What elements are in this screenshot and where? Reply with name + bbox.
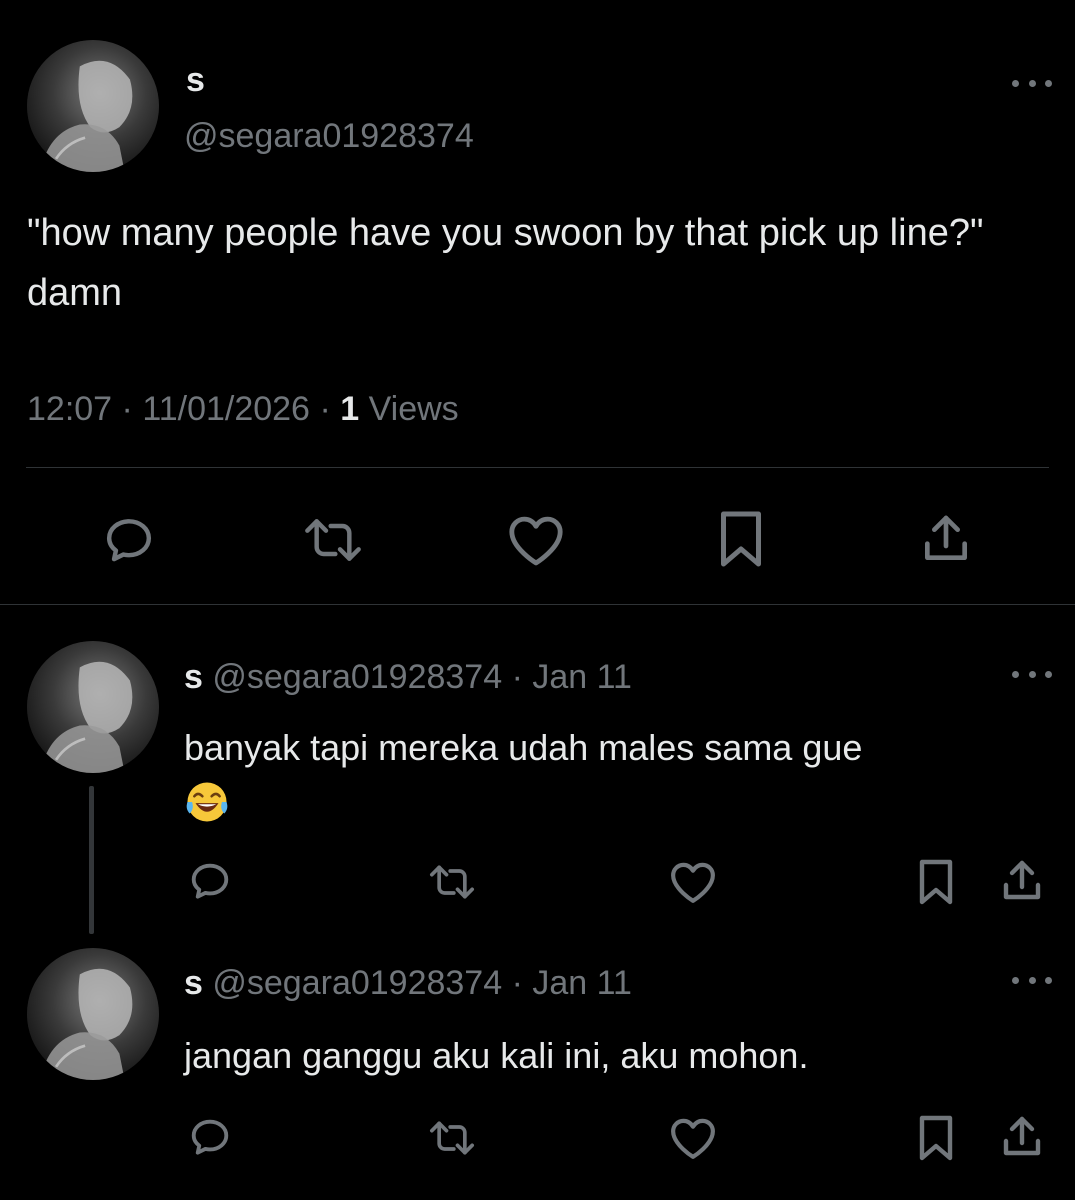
avatar[interactable] — [27, 641, 159, 773]
display-name[interactable]: s — [186, 58, 205, 102]
bookmark-icon[interactable] — [916, 1112, 956, 1164]
user-handle[interactable]: @segara01928374 — [212, 658, 502, 696]
reply-date[interactable]: Jan 11 — [532, 964, 632, 1002]
reply-header: s @segara01928374 · Jan 11 — [184, 655, 632, 699]
thread-line — [89, 786, 94, 934]
more-options-icon[interactable] — [1012, 973, 1052, 987]
share-icon[interactable] — [918, 510, 974, 568]
more-options-icon[interactable] — [1012, 76, 1052, 90]
display-name[interactable]: s — [184, 658, 203, 696]
divider — [0, 604, 1075, 605]
divider — [26, 467, 1049, 468]
profile-photo-icon — [27, 948, 159, 1080]
meta-separator: · — [121, 390, 133, 428]
tweet-text: "how many people have you swoon by that … — [27, 212, 984, 314]
avatar[interactable] — [27, 948, 159, 1080]
display-name[interactable]: s — [184, 964, 203, 1002]
share-icon[interactable] — [998, 1112, 1046, 1162]
avatar[interactable] — [27, 40, 159, 172]
like-icon[interactable] — [505, 512, 567, 568]
views-count: 1 — [340, 390, 360, 428]
user-handle[interactable]: @segara01928374 — [212, 964, 502, 1002]
bookmark-icon[interactable] — [716, 508, 766, 570]
reply-icon[interactable] — [186, 1114, 234, 1160]
like-icon[interactable] — [667, 1115, 719, 1161]
reply-icon[interactable] — [186, 858, 234, 904]
tweet-meta: 12:07 · 11/01/2026 · 1 Views — [27, 386, 459, 432]
meta-separator: · — [511, 658, 523, 696]
tweet-date[interactable]: 11/01/2026 — [142, 390, 310, 428]
profile-photo-icon — [27, 40, 159, 172]
reply-text: banyak tapi mereka udah males sama gue — [184, 722, 1054, 826]
retweet-icon[interactable] — [424, 860, 480, 904]
reply-text: jangan ganggu aku kali ini, aku mohon. — [184, 1035, 809, 1076]
reply-icon[interactable] — [100, 512, 158, 568]
like-icon[interactable] — [667, 859, 719, 905]
views-label: Views — [368, 390, 459, 428]
share-icon[interactable] — [998, 856, 1046, 906]
bookmark-icon[interactable] — [916, 856, 956, 908]
user-handle[interactable]: @segara01928374 — [184, 114, 474, 158]
retweet-icon[interactable] — [424, 1116, 480, 1160]
reply-date[interactable]: Jan 11 — [532, 658, 632, 696]
meta-separator: · — [511, 964, 523, 1002]
laughing-emoji-icon — [184, 779, 230, 825]
meta-separator: · — [319, 390, 331, 428]
reply-header: s @segara01928374 · Jan 11 — [184, 961, 632, 1005]
tweet-time[interactable]: 12:07 — [27, 390, 112, 428]
retweet-icon[interactable] — [298, 512, 368, 568]
more-options-icon[interactable] — [1012, 667, 1052, 681]
reply-text-content: banyak tapi mereka udah males sama gue — [184, 727, 863, 768]
profile-photo-icon — [27, 641, 159, 773]
